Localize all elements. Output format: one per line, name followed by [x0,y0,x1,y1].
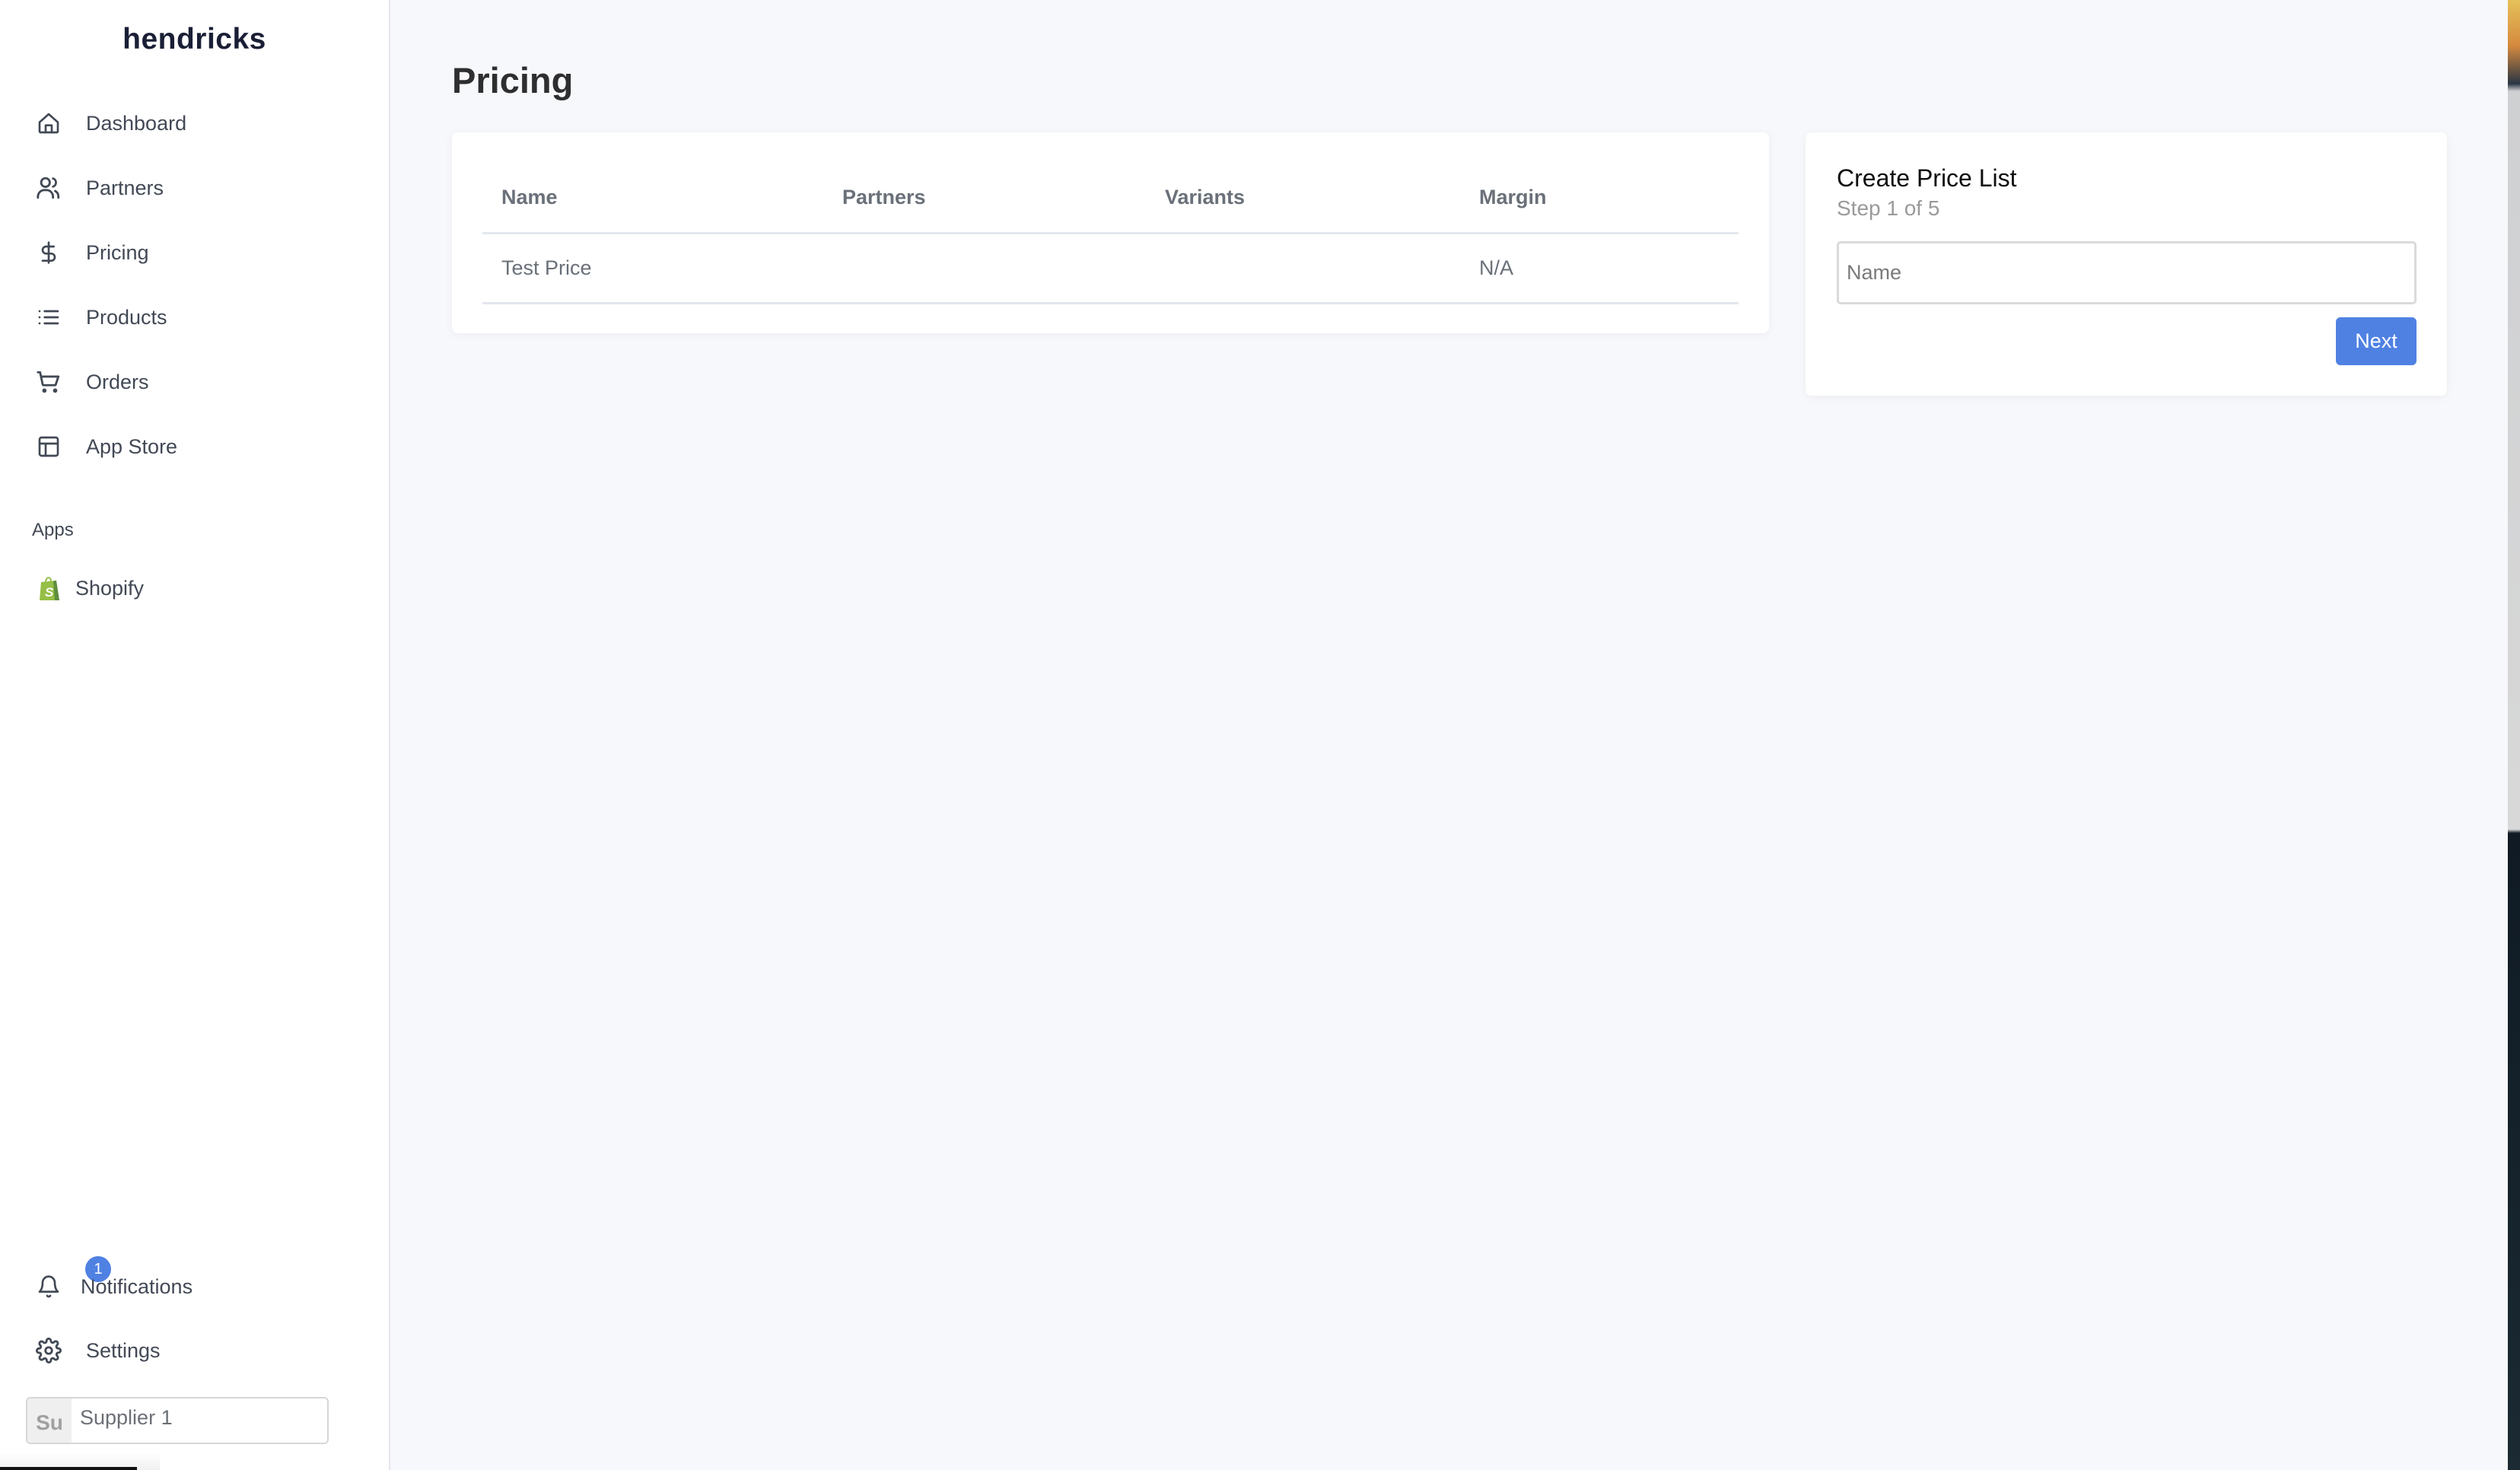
bell-icon: 1 [35,1256,111,1300]
step-indicator: Step 1 of 5 [1837,196,1940,220]
background-window-edge [2508,0,2520,1470]
cell-margin: N/A [1460,233,1739,304]
sidebar-item-pricing[interactable]: Pricing [0,230,389,275]
avatar: Su [27,1398,72,1443]
cell-partners [823,233,1146,304]
shopify-bag-icon: S [38,575,62,603]
account-switcher[interactable]: Su Supplier 1 [26,1397,329,1444]
sidebar-item-orders[interactable]: Orders [0,359,389,405]
sidebar-item-label: Partners [86,176,164,199]
sidebar: hendricks Dashboard Partners Pricing Pro… [0,0,390,1470]
dollar-icon [35,239,62,266]
dock-bar [0,1467,137,1470]
price-lists-card: Name Partners Variants Margin Test Price… [452,132,1769,333]
sidebar-item-settings[interactable]: Settings [0,1328,389,1373]
account-name: Supplier 1 [80,1406,173,1429]
sidebar-item-label: Notifications [81,1274,193,1298]
sidebar-item-label: Settings [86,1338,161,1362]
brand-logo[interactable]: hendricks [0,23,389,56]
cell-variants [1146,233,1460,304]
gear-icon [35,1337,62,1364]
home-icon [35,110,62,137]
sidebar-item-label: Dashboard [86,111,187,135]
sidebar-item-label: Orders [86,370,149,393]
users-icon [35,174,62,202]
apps-section-heading: Apps [32,520,74,540]
sidebar-item-dashboard[interactable]: Dashboard [0,100,389,146]
sidebar-app-shopify[interactable]: S Shopify [0,566,389,612]
column-header-name[interactable]: Name [482,163,823,234]
list-icon [35,304,62,331]
next-button[interactable]: Next [2336,317,2417,365]
column-header-margin[interactable]: Margin [1460,163,1739,234]
page-title: Pricing [452,60,574,100]
layout-icon [35,433,62,460]
sidebar-item-label: Products [86,305,167,329]
sidebar-item-products[interactable]: Products [0,294,389,340]
cell-name[interactable]: Test Price [482,233,823,304]
column-header-partners[interactable]: Partners [823,163,1146,234]
sidebar-item-notifications[interactable]: 1 Notifications [0,1256,389,1309]
sidebar-item-partners[interactable]: Partners [0,165,389,211]
create-price-list-title: Create Price List [1837,164,2017,192]
table-header-row: Name Partners Variants Margin [482,163,1739,234]
price-lists-table: Name Partners Variants Margin Test Price… [482,163,1739,304]
column-header-variants[interactable]: Variants [1146,163,1460,234]
sidebar-item-label: App Store [86,434,178,458]
sidebar-item-app-store[interactable]: App Store [0,424,389,469]
price-list-name-input[interactable] [1837,241,2417,304]
svg-text:S: S [45,585,54,600]
sidebar-item-label: Pricing [86,240,149,264]
cart-icon [35,368,62,396]
create-price-list-card: Create Price List Step 1 of 5 Next [1806,132,2447,396]
sidebar-item-label: Shopify [75,577,145,600]
table-row[interactable]: Test Price N/A [482,233,1739,304]
